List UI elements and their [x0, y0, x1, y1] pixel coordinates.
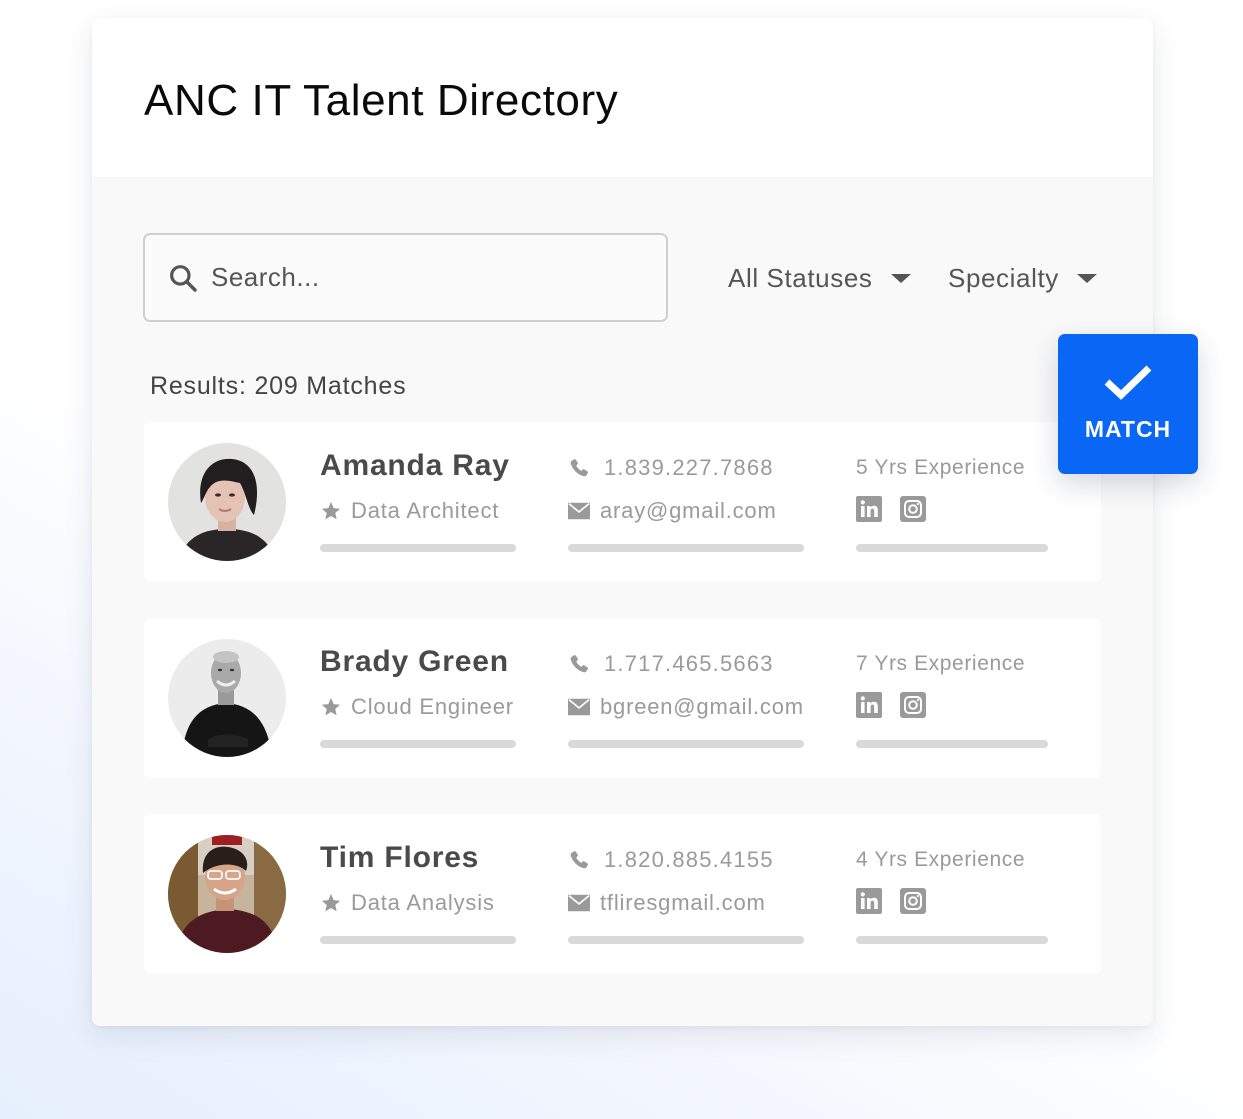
candidate-email[interactable]: tfliresgmail.com — [568, 890, 766, 916]
avatar — [168, 835, 286, 953]
specialty-dropdown-label: Specialty — [948, 262, 1059, 293]
search-icon — [170, 264, 197, 292]
envelope-icon — [568, 894, 590, 912]
status-dropdown-label: All Statuses — [728, 262, 873, 293]
candidate-role-label: Data Analysis — [351, 890, 495, 915]
email-address: tfliresgmail.com — [600, 890, 766, 915]
placeholder-bar — [568, 544, 804, 552]
linkedin-icon[interactable] — [856, 692, 882, 718]
candidate-name[interactable]: Tim Flores — [320, 841, 479, 875]
star-icon — [321, 501, 341, 520]
instagram-icon[interactable] — [900, 692, 926, 718]
experience-label: 5 Yrs Experience — [856, 456, 1026, 479]
page-title: ANC IT Talent Directory — [144, 76, 619, 125]
results-count: Results: 209 Matches — [150, 372, 407, 400]
avatar-photo-tim — [168, 835, 286, 953]
avatar — [168, 639, 286, 757]
candidate-phone[interactable]: 1.839.227.7868 — [568, 455, 774, 481]
status-dropdown[interactable]: All Statuses — [728, 260, 911, 296]
phone-number: 1.717.465.5663 — [604, 651, 774, 676]
phone-icon — [570, 459, 588, 477]
candidate-role-label: Cloud Engineer — [351, 694, 514, 719]
placeholder-bar — [856, 544, 1048, 552]
match-button[interactable]: MATCH — [1058, 334, 1198, 474]
placeholder-bar — [568, 936, 804, 944]
placeholder-bar — [568, 740, 804, 748]
star-icon — [321, 893, 341, 912]
search-box[interactable] — [143, 233, 668, 322]
placeholder-bar — [320, 936, 516, 944]
candidate-role-label: Data Architect — [351, 498, 500, 523]
linkedin-icon[interactable] — [856, 496, 882, 522]
candidate-card[interactable]: Brady Green Cloud Engineer 1.717.465.566… — [144, 618, 1101, 778]
search-input[interactable] — [211, 262, 631, 293]
envelope-icon — [568, 698, 590, 716]
envelope-icon — [568, 502, 590, 520]
candidate-card[interactable]: Amanda Ray Data Architect 1.839.227.7868… — [144, 422, 1101, 582]
candidate-email[interactable]: bgreen@gmail.com — [568, 694, 804, 720]
phone-number: 1.839.227.7868 — [604, 455, 774, 480]
panel-header: ANC IT Talent Directory — [92, 18, 1153, 177]
candidate-name[interactable]: Amanda Ray — [320, 449, 510, 483]
instagram-icon[interactable] — [900, 888, 926, 914]
match-button-label: MATCH — [1084, 416, 1172, 442]
placeholder-bar — [856, 740, 1048, 748]
avatar-photo-amanda — [168, 443, 286, 561]
avatar — [168, 443, 286, 561]
candidate-role: Cloud Engineer — [320, 694, 514, 720]
instagram-icon[interactable] — [900, 496, 926, 522]
experience-label: 7 Yrs Experience — [856, 652, 1026, 675]
placeholder-bar — [320, 740, 516, 748]
candidate-role: Data Architect — [320, 498, 499, 524]
email-address: bgreen@gmail.com — [600, 694, 804, 719]
experience-label: 4 Yrs Experience — [856, 848, 1026, 871]
candidate-role: Data Analysis — [320, 890, 495, 916]
checkmark-icon — [1104, 365, 1152, 400]
candidate-phone[interactable]: 1.717.465.5663 — [568, 651, 774, 677]
directory-panel: ANC IT Talent Directory All Statuses Spe… — [92, 18, 1153, 1026]
phone-number: 1.820.885.4155 — [604, 847, 774, 872]
avatar-photo-brady — [168, 639, 286, 757]
email-address: aray@gmail.com — [600, 498, 777, 523]
candidate-phone[interactable]: 1.820.885.4155 — [568, 847, 774, 873]
candidate-email[interactable]: aray@gmail.com — [568, 498, 777, 524]
phone-icon — [570, 851, 588, 869]
specialty-dropdown[interactable]: Specialty — [948, 260, 1097, 296]
placeholder-bar — [320, 544, 516, 552]
candidate-name[interactable]: Brady Green — [320, 645, 509, 679]
placeholder-bar — [856, 936, 1048, 944]
candidate-card[interactable]: Tim Flores Data Analysis 1.820.885.4155 … — [144, 814, 1101, 974]
caret-down-icon — [1076, 273, 1097, 283]
linkedin-icon[interactable] — [856, 888, 882, 914]
star-icon — [321, 697, 341, 716]
caret-down-icon — [890, 273, 911, 283]
phone-icon — [570, 655, 588, 673]
